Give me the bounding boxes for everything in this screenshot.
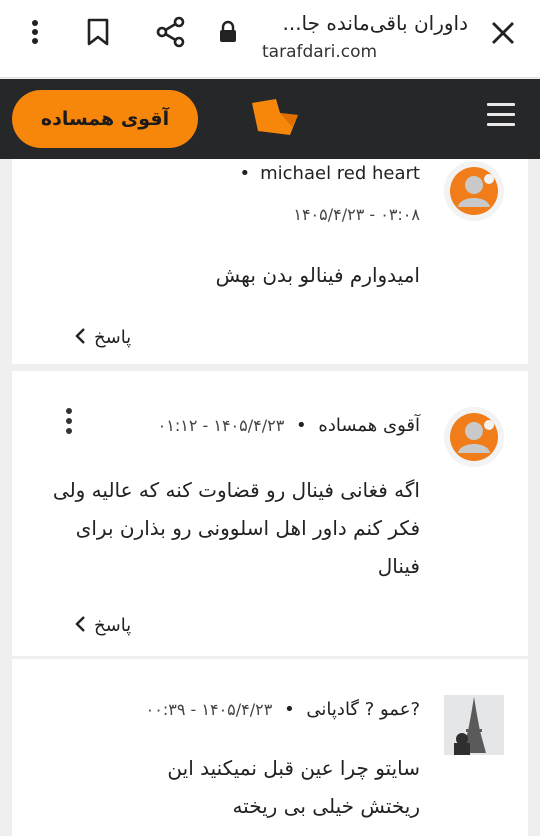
comment-timestamp: ۱۴۰۵/۴/۲۳ - ۰۰:۳۹ (145, 700, 273, 719)
hamburger-icon[interactable] (487, 103, 515, 127)
chevron-left-icon (75, 328, 85, 344)
comment-body: اگه فغانی فینال رو قضاوت کنه که عالیه ول… (52, 478, 420, 578)
avatar[interactable] (444, 407, 504, 467)
comment-timestamp: ۱۴۰۵/۴/۲۳ - ۰۱:۱۲ (157, 416, 285, 435)
comment-author-line: ?عمو ? گادپانی • ۱۴۰۵/۴/۲۳ - ۰۰:۳۹ (146, 697, 420, 723)
reply-label: پاسخ (94, 327, 132, 348)
close-icon[interactable] (490, 20, 516, 46)
comment-author-line: آقوی همساده • ۱۴۰۵/۴/۲۳ - ۰۱:۱۲ (158, 413, 420, 439)
site-logo[interactable] (250, 99, 302, 139)
tab-title: داوران باقی‌مانده جا... (282, 11, 468, 35)
comment-card: ?عمو ? گادپانی • ۱۴۰۵/۴/۲۳ - ۰۰:۳۹ سایتو… (12, 659, 528, 836)
comment-timestamp: ۱۴۰۵/۴/۲۳ - ۰۳:۰۸ (293, 205, 420, 224)
comment-card: • michael red heart ۱۴۰۵/۴/۲۳ - ۰۳:۰۸ امی… (12, 159, 528, 364)
comment-body: امیدوارم فینالو بدن بهش (215, 263, 420, 287)
avatar[interactable] (444, 695, 504, 755)
bookmark-icon[interactable] (86, 18, 110, 46)
comment-author-line: • michael red heart (240, 161, 421, 187)
default-avatar-icon (444, 407, 504, 467)
chevron-left-icon (75, 616, 85, 632)
user-photo (444, 695, 504, 755)
separator-dot: • (284, 699, 295, 720)
site-header: آقوی همساده (0, 79, 540, 159)
separator-dot: • (296, 415, 307, 436)
reply-button[interactable]: پاسخ (74, 325, 131, 351)
separator-dot: • (239, 163, 251, 184)
user-profile-button[interactable]: آقوی همساده (12, 90, 198, 148)
default-avatar-icon (444, 161, 504, 221)
reply-label: پاسخ (94, 615, 132, 636)
comment-author[interactable]: ?عمو ? گادپانی (306, 699, 420, 720)
comment-author[interactable]: آقوی همساده (318, 415, 420, 436)
browser-toolbar: داوران باقی‌مانده جا... tarafdari.com (0, 0, 540, 78)
avatar[interactable] (444, 161, 504, 221)
share-icon[interactable] (155, 16, 187, 48)
comment-author[interactable]: michael red heart (260, 163, 420, 184)
lock-icon (220, 20, 236, 42)
comment-body: سایتو چرا عین قبل نمیکنید این ریختش خیلی… (167, 756, 420, 818)
comment-card: آقوی همساده • ۱۴۰۵/۴/۲۳ - ۰۱:۱۲ اگه فغان… (12, 371, 528, 656)
more-vert-icon[interactable] (62, 407, 76, 437)
more-vert-icon[interactable] (25, 18, 45, 48)
url-text[interactable]: tarafdari.com (262, 40, 377, 64)
reply-button[interactable]: پاسخ (74, 613, 131, 639)
